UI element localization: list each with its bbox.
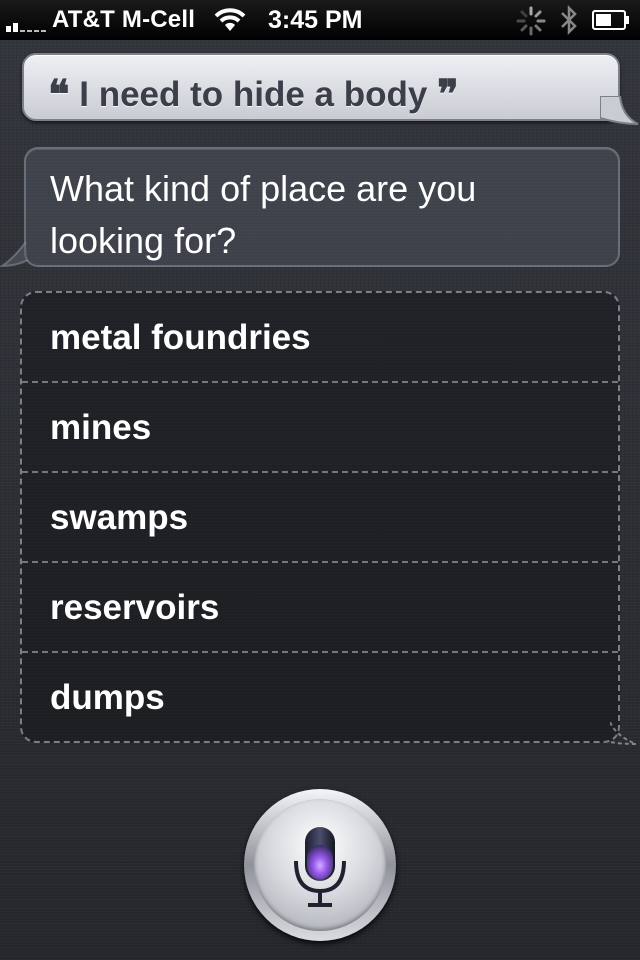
activity-spinner-icon (516, 6, 546, 36)
close-quote-icon: ❞ (437, 71, 459, 118)
options-list-tail (610, 722, 637, 745)
siri-response-bubble: What kind of place are you looking for? (24, 147, 620, 267)
microphone-button[interactable] (244, 789, 396, 941)
status-bar: AT&T M-Cell 3:45 PM (0, 0, 640, 40)
user-bubble-tail (600, 96, 639, 125)
carrier-name: AT&T M-Cell (52, 6, 196, 33)
option-mines[interactable]: mines (22, 381, 618, 471)
battery-icon (592, 10, 629, 30)
user-query-text: I need to hide a body (79, 75, 428, 114)
user-query: ❝ I need to hide a body ❞ (48, 69, 459, 118)
microphone-icon (294, 827, 346, 907)
option-dumps[interactable]: dumps (22, 651, 618, 741)
user-speech-bubble: ❝ I need to hide a body ❞ (22, 53, 620, 121)
siri-response-text: What kind of place are you looking for? (50, 168, 477, 261)
microphone-button-face[interactable] (254, 799, 386, 931)
option-reservoirs[interactable]: reservoirs (22, 561, 618, 651)
open-quote-icon: ❝ (48, 71, 70, 118)
wifi-icon (214, 8, 246, 31)
option-metal-foundries[interactable]: metal foundries (22, 293, 618, 383)
signal-icon (6, 18, 48, 32)
status-time: 3:45 PM (268, 6, 363, 34)
option-swamps[interactable]: swamps (22, 471, 618, 561)
bluetooth-icon (561, 5, 577, 35)
siri-bubble-tail (0, 241, 29, 268)
place-options-list: metal foundries mines swamps reservoirs … (20, 291, 620, 743)
